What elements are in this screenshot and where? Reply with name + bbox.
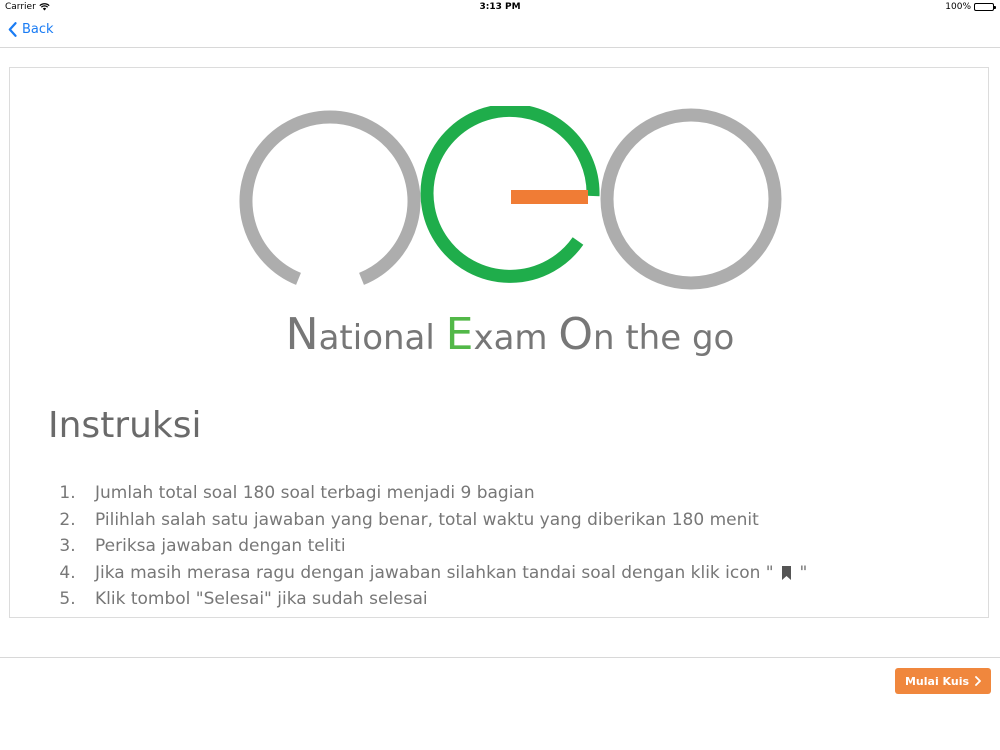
instruction-number: 2. [59, 509, 76, 530]
instruction-number: 1. [59, 483, 76, 503]
battery-icon [974, 3, 996, 11]
instruction-item: 2. Pilihlah salah satu jawaban yang bena… [40, 507, 807, 534]
logo-e-bar [511, 190, 588, 204]
status-bar: Carrier 3:13 PM 100% [0, 0, 1000, 16]
neo-logo: National Exam On the go [239, 106, 782, 360]
bookmark-icon [782, 565, 792, 580]
navigation-bar: Back [0, 16, 1000, 48]
instruction-number: 3. [59, 536, 76, 556]
logo-tagline: National Exam On the go [286, 309, 735, 360]
instruction-item: 5. Klik tombol "Selesai" jika sudah sele… [40, 586, 807, 613]
logo-n-initial: N [286, 309, 319, 360]
instructions-list: 1. Jumlah total soal 180 soal terbagi me… [40, 480, 807, 613]
instruction-text-suffix: " [799, 562, 808, 583]
logo-n-arc [239, 110, 421, 285]
logo-o-initial: O [558, 309, 593, 360]
battery-percent: 100% [945, 2, 971, 12]
logo-mark [239, 106, 782, 290]
back-label: Back [22, 22, 54, 37]
logo-o-circle [600, 108, 782, 290]
instruction-card: National Exam On the go Instruksi 1. Jum… [9, 67, 989, 618]
battery-group: 100% [945, 2, 996, 12]
instruction-item: 3. Periksa jawaban dengan teliti [40, 533, 807, 560]
logo-e-rest: xam [473, 318, 547, 358]
instruction-item: 4. Jika masih merasa ragu dengan jawaban… [40, 560, 807, 587]
footer-divider [0, 657, 1000, 658]
instruction-text: Klik tombol "Selesai" jika sudah selesai [95, 589, 428, 609]
start-quiz-label: Mulai Kuis [904, 674, 970, 688]
instruction-text: Jika masih merasa ragu dengan jawaban si… [95, 562, 774, 583]
instructions-title: Instruksi [48, 405, 202, 446]
chevron-right-icon [975, 676, 981, 686]
logo-n-rest: ational [319, 318, 435, 358]
logo-e-initial: E [446, 309, 474, 360]
logo-o-rest: n the go [593, 318, 734, 358]
instruction-number: 5. [59, 589, 76, 609]
instruction-text: Periksa jawaban dengan teliti [95, 536, 346, 556]
instruction-text: Jumlah total soal 180 soal terbagi menja… [95, 483, 535, 503]
start-quiz-button[interactable]: Mulai Kuis [895, 668, 991, 694]
status-time: 3:13 PM [479, 2, 521, 12]
back-button[interactable]: Back [8, 22, 54, 37]
chevron-left-icon [8, 22, 17, 37]
instruction-number: 4. [59, 562, 76, 583]
instruction-text: Pilihlah salah satu jawaban yang benar, … [95, 509, 759, 530]
instruction-item: 1. Jumlah total soal 180 soal terbagi me… [40, 480, 807, 507]
